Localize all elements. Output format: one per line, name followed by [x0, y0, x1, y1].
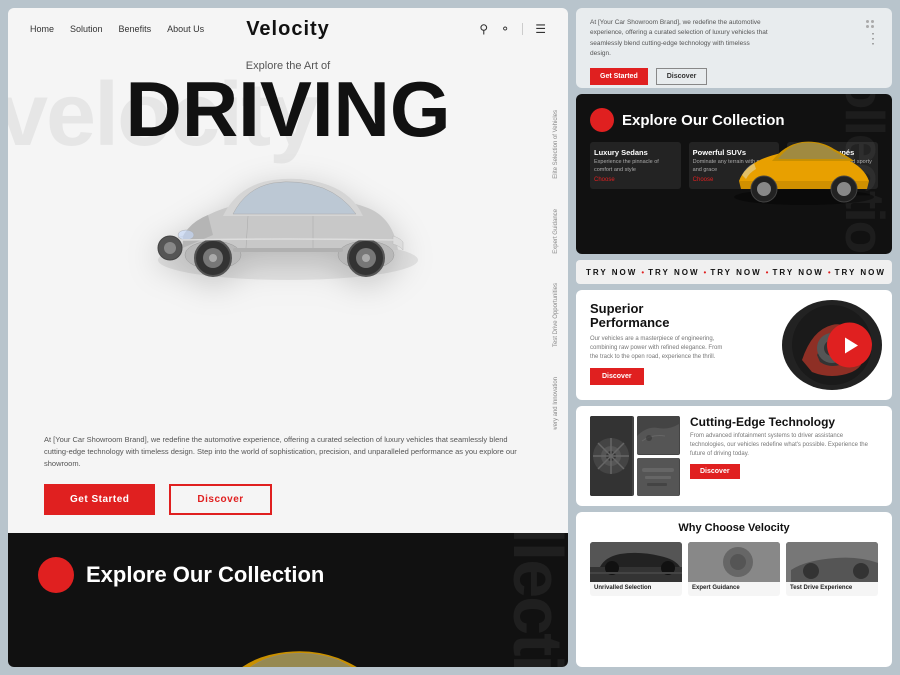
- search-icon[interactable]: ⚲: [479, 22, 488, 36]
- collection-title: Explore Our Collection: [86, 563, 324, 587]
- why-section: Why Choose Velocity Unrivalled Selection: [576, 512, 892, 667]
- nav-divider: [522, 23, 523, 35]
- why-card-selection: Unrivalled Selection: [590, 542, 682, 596]
- category-sedans-desc: Experience the pinnacle of comfort and s…: [594, 159, 677, 174]
- collection-car-image: [138, 628, 438, 667]
- cutting-section: Cutting-Edge Technology From advanced in…: [576, 406, 892, 506]
- bullet-3: •: [766, 268, 769, 277]
- cutting-description: From advanced infotainment systems to dr…: [690, 432, 878, 459]
- play-icon: [845, 337, 858, 353]
- menu-icon[interactable]: ☰: [535, 22, 546, 36]
- side-label-3: Test Drive Opportunities: [553, 283, 560, 347]
- why-card-img-3: [786, 542, 878, 582]
- more-options-icon[interactable]: ⋮: [866, 30, 880, 47]
- cut-img-top-right: [637, 416, 681, 455]
- collection-section: Collection Explore Our Collection: [8, 533, 568, 667]
- get-started-button[interactable]: Get Started: [44, 484, 155, 515]
- nav-about[interactable]: About Us: [167, 24, 204, 34]
- hero-description: At [Your Car Showroom Brand], we redefin…: [44, 434, 532, 470]
- hero-car-image: [118, 130, 458, 330]
- top-discover-button[interactable]: Discover: [656, 68, 708, 85]
- dark-car-preview: [724, 129, 884, 209]
- side-label-4: Discovery and Innovation: [553, 377, 560, 430]
- nav-solution[interactable]: Solution: [70, 24, 103, 34]
- discover-button[interactable]: Discover: [169, 484, 271, 515]
- why-grid: Unrivalled Selection Expert Guidance: [590, 542, 878, 596]
- cutting-title: Cutting-Edge Technology: [690, 416, 878, 429]
- dark-collection-card: Collection Explore Our Collection: [576, 94, 892, 254]
- cta-buttons: Get Started Discover: [44, 484, 532, 515]
- why-card-label-1: Unrivalled Selection: [590, 582, 682, 596]
- try-now-text-2: TRY NOW: [648, 268, 699, 277]
- why-card-label-2: Expert Guidance: [688, 582, 780, 596]
- nav-home[interactable]: Home: [30, 24, 54, 34]
- nav-actions: ⚲ ⚬ ☰: [479, 22, 546, 36]
- right-panel: ⋮ At [Your Car Showroom Brand], we redef…: [576, 8, 892, 667]
- dark-accent-dot: [590, 108, 614, 132]
- side-labels: Elite Selection of Vehicles Expert Guida…: [553, 110, 560, 430]
- cut-img-tall: [590, 416, 634, 496]
- try-now-text-3: TRY NOW: [710, 268, 761, 277]
- why-card-label-3: Test Drive Experience: [786, 582, 878, 596]
- performance-section: Superior Performance Our vehicles are a …: [576, 290, 892, 400]
- top-right-card: ⋮ At [Your Car Showroom Brand], we redef…: [576, 8, 892, 88]
- category-sedans: Luxury Sedans Experience the pinnacle of…: [590, 142, 681, 189]
- cutting-discover-button[interactable]: Discover: [690, 464, 740, 479]
- try-now-text-5: TRY NOW: [835, 268, 886, 277]
- decorative-dots: ⋮: [866, 20, 880, 47]
- nav-links: Home Solution Benefits About Us: [30, 24, 204, 34]
- try-now-text: TRY NOW: [586, 268, 637, 277]
- side-label-2: Expert Guidance: [553, 209, 560, 254]
- why-card-img-1: [590, 542, 682, 582]
- try-now-text-4: TRY NOW: [772, 268, 823, 277]
- collection-watermark: Collection: [498, 533, 568, 667]
- performance-title: Superior Performance: [590, 302, 710, 331]
- collection-header: Explore Our Collection: [38, 557, 538, 593]
- top-right-description: At [Your Car Showroom Brand], we redefin…: [590, 18, 770, 60]
- why-card-test-drive: Test Drive Experience: [786, 542, 878, 596]
- performance-discover-button[interactable]: Discover: [590, 368, 644, 385]
- left-panel: Home Solution Benefits About Us Velocity…: [8, 8, 568, 667]
- cutting-content: Cutting-Edge Technology From advanced in…: [690, 416, 878, 496]
- navigation: Home Solution Benefits About Us Velocity…: [8, 8, 568, 50]
- cutting-images: [590, 416, 680, 496]
- category-sedans-title: Luxury Sedans: [594, 148, 677, 157]
- bullet-4: •: [828, 268, 831, 277]
- hero-section: velocity Explore the Art of DRIVING: [8, 50, 568, 430]
- why-title: Why Choose Velocity: [590, 522, 878, 534]
- category-sedans-link[interactable]: Choose: [594, 177, 677, 183]
- play-button[interactable]: [827, 323, 872, 368]
- top-get-started-button[interactable]: Get Started: [590, 68, 648, 85]
- user-icon[interactable]: ⚬: [500, 22, 510, 36]
- nav-benefits[interactable]: Benefits: [119, 24, 152, 34]
- why-card-img-2: [688, 542, 780, 582]
- side-label-1: Elite Selection of Vehicles: [553, 110, 560, 179]
- top-right-buttons: Get Started Discover: [590, 68, 878, 85]
- brand-logo: Velocity: [246, 18, 330, 41]
- bullet-1: •: [641, 268, 644, 277]
- try-now-banner: TRY NOW • TRY NOW • TRY NOW • TRY NOW • …: [576, 260, 892, 284]
- performance-description: Our vehicles are a masterpiece of engine…: [590, 335, 730, 362]
- why-card-guidance: Expert Guidance: [688, 542, 780, 596]
- cut-img-bottom-right: [637, 458, 681, 497]
- bullet-2: •: [704, 268, 707, 277]
- collection-accent-dot: [38, 557, 74, 593]
